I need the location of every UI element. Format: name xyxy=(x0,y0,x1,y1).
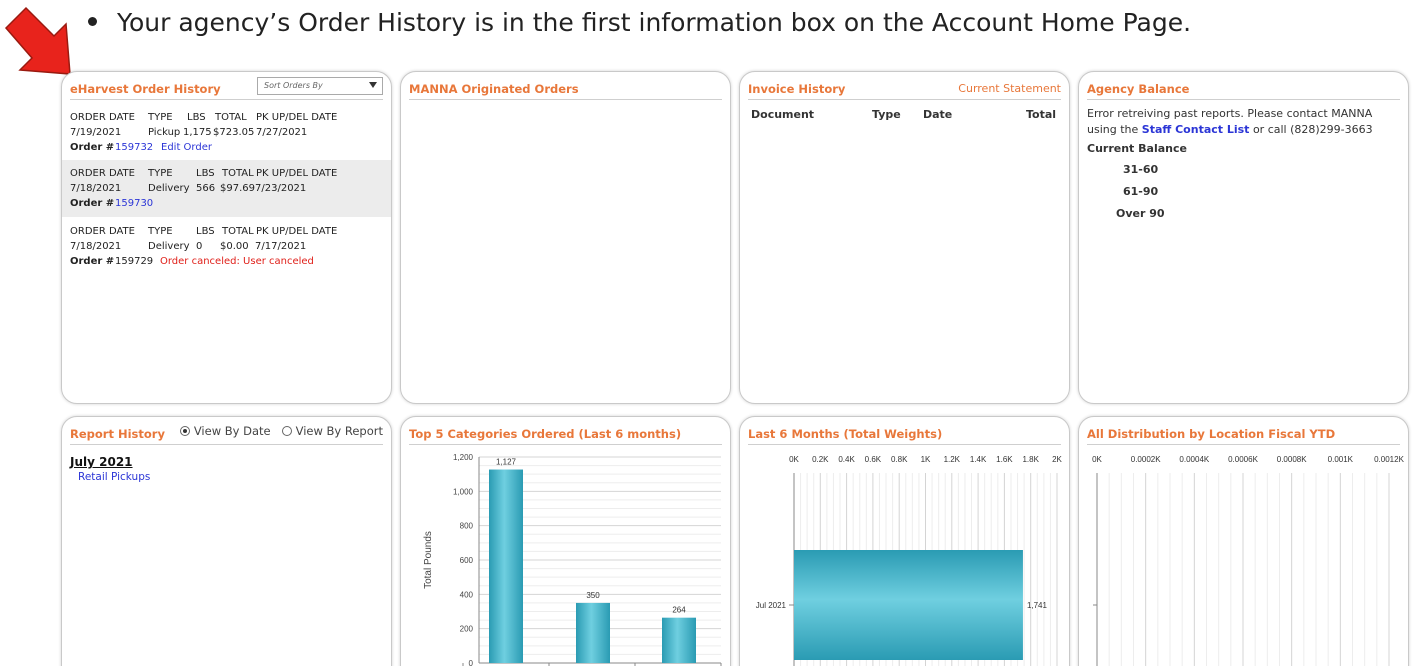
panel-header: MANNA Originated Orders xyxy=(409,82,722,100)
order-header-row: ORDER DATE TYPE LBS TOTAL PK UP/DEL DATE xyxy=(70,112,338,123)
order-number-link[interactable]: 159730 xyxy=(115,196,153,211)
panel-header: Agency Balance xyxy=(1087,82,1400,100)
panel-title: MANNA Originated Orders xyxy=(409,82,579,96)
panel-title: Agency Balance xyxy=(1087,82,1190,96)
retail-pickups-link[interactable]: Retail Pickups xyxy=(78,471,150,483)
col-type: Type xyxy=(872,108,901,121)
staff-contact-link[interactable]: Staff Contact List xyxy=(1142,123,1250,136)
x-tick-label: 0.8K xyxy=(891,455,908,464)
panel-header: Invoice History Current Statement xyxy=(748,82,1061,100)
view-options: View By Date View By Report xyxy=(179,424,383,438)
balance-61-90-label: 61-90 xyxy=(1123,185,1159,198)
instruction-caption: Your agency’s Order History is in the fi… xyxy=(88,8,1191,37)
bar xyxy=(794,550,1023,660)
order-number-row: Order # 159732 Edit Order xyxy=(70,140,212,155)
x-tick-label: 1.4K xyxy=(970,455,987,464)
panel-title: Report History xyxy=(70,427,165,441)
y-tick-label: Jul 2021 xyxy=(756,601,787,610)
sort-orders-select[interactable]: Sort Orders By xyxy=(257,77,383,95)
view-by-date-radio[interactable]: View By Date xyxy=(179,424,271,438)
y-tick-label: 400 xyxy=(460,590,474,599)
bar xyxy=(489,469,523,663)
panel-header: Report History View By Date View By Repo… xyxy=(70,424,383,445)
radio-checked-icon xyxy=(179,425,190,436)
distribution-panel: All Distribution by Location Fiscal YTD … xyxy=(1078,416,1409,666)
col-total: Total xyxy=(1026,108,1057,121)
order-status-error: Order canceled: User canceled xyxy=(160,256,314,267)
order-header-row: ORDER DATE TYPE LBS TOTAL PK UP/DEL DATE xyxy=(70,168,338,179)
panel-title: eHarvest Order History xyxy=(70,82,221,96)
order-row: ORDER DATE TYPE LBS TOTAL PK UP/DEL DATE… xyxy=(62,160,391,217)
top-categories-chart: 0 200 400 600 800 1,000 1,200 Total Pounds 1,127… xyxy=(423,453,722,666)
y-tick-label: 200 xyxy=(460,625,474,634)
balance-error-message: Error retreiving past reports. Please co… xyxy=(1087,107,1373,136)
y-tick-label: 1,200 xyxy=(453,453,474,462)
x-tick-label: 0.4K xyxy=(838,455,855,464)
x-tick-label: 0.2K xyxy=(812,455,829,464)
x-tick-label: 1K xyxy=(921,455,931,464)
x-tick-label: 0K xyxy=(1092,455,1102,464)
col-date: Date xyxy=(923,108,953,121)
y-tick-label: 1,000 xyxy=(453,487,474,496)
report-month-link[interactable]: July 2021 xyxy=(70,455,133,469)
edit-order-link[interactable]: Edit Order xyxy=(161,140,212,155)
order-values-row: 7/19/2021 Pickup 1,175 $723.05 7/27/2021 xyxy=(70,127,308,138)
order-header-row: ORDER DATE TYPE LBS TOTAL PK UP/DEL DATE xyxy=(70,226,338,237)
x-tick-label: 0.0012K xyxy=(1374,455,1404,464)
total-weights-chart: 0K 0.2K 0.4K 0.6K 0.8K 1K 1.2K 1.4K 1.6K 1.8K 2K Ju… xyxy=(756,455,1063,666)
y-tick-label: 600 xyxy=(460,556,474,565)
order-number-row: Order # 159729 Order canceled: User canc… xyxy=(70,256,314,267)
y-axis-title: Total Pounds xyxy=(423,531,434,589)
panel-header: eHarvest Order History Sort Orders By xyxy=(70,77,383,100)
x-tick-label: 1.2K xyxy=(944,455,961,464)
y-tick-label: 0 xyxy=(469,659,474,666)
bar xyxy=(576,602,610,663)
panel-title: Invoice History xyxy=(748,82,846,96)
last-six-months-panel: Last 6 Months (Total Weights) 0K 0.2K 0.4K… xyxy=(739,416,1070,666)
x-tick-label: 0.0002K xyxy=(1131,455,1161,464)
bar-value-label: 350 xyxy=(586,591,600,600)
agency-balance-panel: Agency Balance Error retreiving past rep… xyxy=(1078,71,1409,404)
manna-orders-panel: MANNA Originated Orders xyxy=(400,71,731,404)
order-number-row: Order # 159730 xyxy=(70,196,154,211)
chevron-down-icon xyxy=(369,82,377,88)
screenshot-root: { "caption": "Your agency’s Order Histor… xyxy=(0,0,1412,666)
order-values-row: 7/18/2021 Delivery 566 $97.69 7/23/2021 xyxy=(70,183,307,194)
balance-over-90-label: Over 90 xyxy=(1116,207,1165,220)
order-history-panel: eHarvest Order History Sort Orders By OR… xyxy=(61,71,392,404)
current-statement-link[interactable]: Current Statement xyxy=(958,82,1061,95)
col-document: Document xyxy=(751,108,815,121)
x-tick-label: 0.0004K xyxy=(1179,455,1209,464)
bar-value-label: 1,127 xyxy=(496,458,517,467)
x-tick-label: 0.6K xyxy=(865,455,882,464)
invoice-history-panel: Invoice History Current Statement Docume… xyxy=(739,71,1070,404)
x-tick-label: 1.6K xyxy=(996,455,1013,464)
y-tick-label: 800 xyxy=(460,522,474,531)
bar-value-label: 264 xyxy=(672,606,686,615)
bar-value-label: 1,741 xyxy=(1027,601,1048,610)
x-tick-label: 0.001K xyxy=(1328,455,1354,464)
x-tick-label: 1.8K xyxy=(1022,455,1039,464)
view-by-report-radio[interactable]: View By Report xyxy=(281,424,383,438)
distribution-chart: 0K 0.0002K 0.0004K 0.0006K 0.0008K 0.001K 0.00… xyxy=(1092,455,1405,666)
order-row: ORDER DATE TYPE LBS TOTAL PK UP/DEL DATE… xyxy=(62,218,391,275)
x-tick-label: 2K xyxy=(1052,455,1062,464)
bar xyxy=(662,617,696,663)
bullet-icon xyxy=(88,16,97,26)
order-number-link[interactable]: 159732 xyxy=(115,140,153,155)
x-tick-label: 0K xyxy=(789,455,799,464)
x-tick-label: 0.0008K xyxy=(1277,455,1307,464)
current-balance-label: Current Balance xyxy=(1087,142,1187,155)
report-history-panel: Report History View By Date View By Repo… xyxy=(61,416,392,666)
order-number-text: 159729 xyxy=(115,256,154,267)
radio-unchecked-icon xyxy=(281,425,292,436)
balance-31-60-label: 31-60 xyxy=(1123,163,1159,176)
x-tick-label: 0.0006K xyxy=(1228,455,1258,464)
top-categories-panel: Top 5 Categories Ordered (Last 6 months)… xyxy=(400,416,731,666)
order-row: ORDER DATE TYPE LBS TOTAL PK UP/DEL DATE… xyxy=(62,104,391,161)
order-values-row: 7/18/2021 Delivery 0 $0.00 7/17/2021 xyxy=(70,241,307,252)
